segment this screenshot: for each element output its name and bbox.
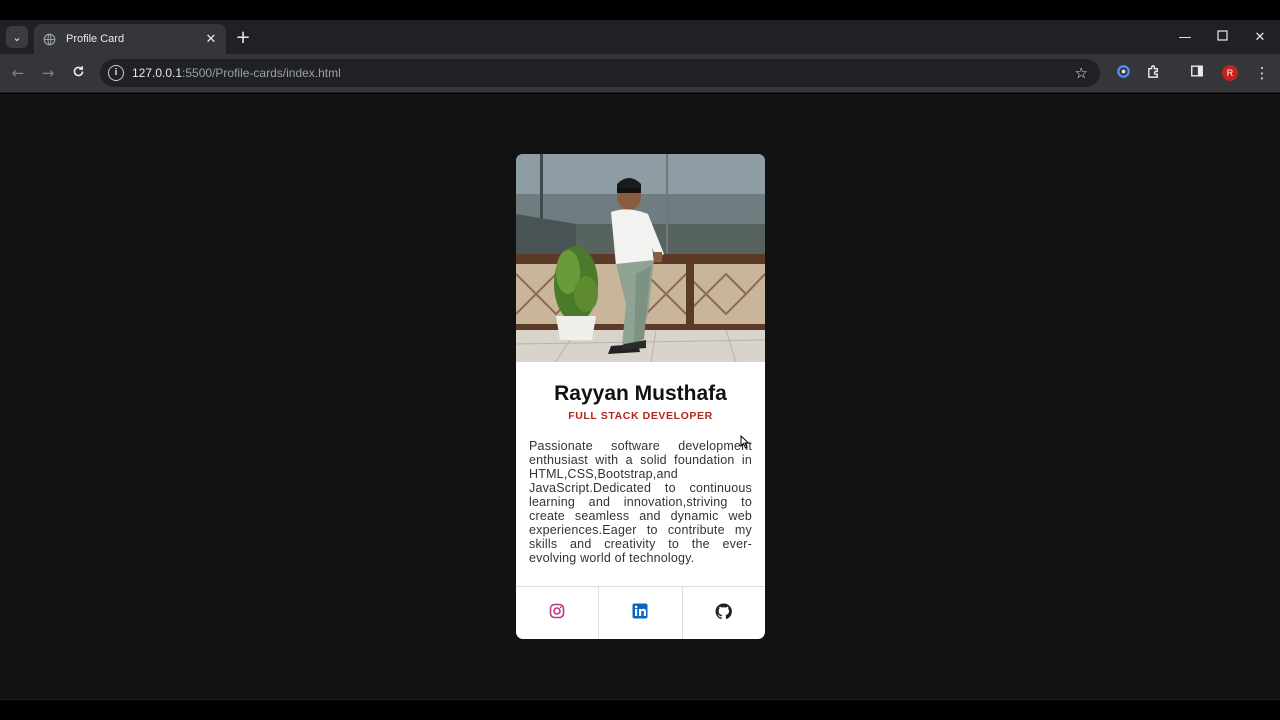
linkedin-icon <box>632 603 648 623</box>
menu-button[interactable]: ⋮ <box>1251 62 1273 84</box>
info-icon[interactable]: i <box>108 65 124 81</box>
address-bar[interactable]: i 127.0.0.1:5500/Profile-cards/index.htm… <box>100 59 1100 87</box>
new-tab-button[interactable]: + <box>232 26 254 48</box>
minimize-icon: — <box>1178 29 1192 45</box>
profile-avatar[interactable]: R <box>1222 65 1238 81</box>
reload-icon <box>72 64 85 82</box>
maximize-icon <box>1216 29 1228 45</box>
page-viewport: Rayyan Musthafa FULL STACK DEVELOPER Pas… <box>0 94 1280 699</box>
close-icon[interactable]: ✕ <box>204 32 218 47</box>
bookmark-star-icon[interactable]: ☆ <box>1075 64 1088 82</box>
extension-button[interactable] <box>1112 62 1134 84</box>
tab-search-button[interactable]: ⌄ <box>6 26 28 48</box>
globe-icon <box>42 32 56 46</box>
reload-button[interactable] <box>67 62 89 84</box>
github-icon <box>715 603 733 624</box>
instagram-link[interactable] <box>516 587 600 639</box>
extension-circle-icon <box>1116 64 1131 83</box>
arrow-right-icon: → <box>41 64 55 82</box>
screen-top-bar <box>0 0 1280 20</box>
address-path: :5500/Profile-cards/index.html <box>182 66 341 80</box>
card-body: Rayyan Musthafa FULL STACK DEVELOPER Pas… <box>516 362 765 565</box>
minimize-button[interactable]: — <box>1165 20 1205 54</box>
close-window-button[interactable]: ✕ <box>1240 20 1280 54</box>
puzzle-icon <box>1146 64 1161 83</box>
address-host: 127.0.0.1 <box>132 66 183 80</box>
linkedin-link[interactable] <box>599 587 683 639</box>
screen-bottom-bar <box>0 699 1280 720</box>
plus-icon: + <box>235 26 251 48</box>
browser-toolbar: ← → i 127.0.0.1:5500/Profile-cards/index… <box>0 54 1280 93</box>
extensions-menu-button[interactable] <box>1142 62 1164 84</box>
social-links <box>516 586 765 639</box>
back-button[interactable]: ← <box>7 62 29 84</box>
tab-strip: ⌄ Profile Card ✕ + — ✕ <box>0 20 1280 54</box>
profile-role: FULL STACK DEVELOPER <box>568 410 713 422</box>
kebab-menu-icon: ⋮ <box>1254 64 1270 82</box>
tab-profile-card[interactable]: Profile Card ✕ <box>34 24 226 54</box>
address-url: 127.0.0.1:5500/Profile-cards/index.html <box>132 66 341 80</box>
profile-name: Rayyan Musthafa <box>554 382 727 405</box>
mouse-cursor-icon <box>740 434 750 453</box>
side-panel-button[interactable] <box>1186 62 1208 84</box>
github-link[interactable] <box>683 587 765 639</box>
instagram-icon <box>549 603 565 623</box>
tab-title: Profile Card <box>66 33 125 45</box>
profile-photo <box>516 154 765 362</box>
side-panel-icon <box>1190 64 1204 82</box>
arrow-left-icon: ← <box>11 64 25 82</box>
profile-bio: Passionate software development enthusia… <box>529 439 752 565</box>
chevron-down-icon: ⌄ <box>12 30 22 44</box>
profile-card: Rayyan Musthafa FULL STACK DEVELOPER Pas… <box>516 154 765 639</box>
maximize-button[interactable] <box>1202 20 1242 54</box>
close-icon: ✕ <box>1254 29 1266 45</box>
forward-button[interactable]: → <box>37 62 59 84</box>
